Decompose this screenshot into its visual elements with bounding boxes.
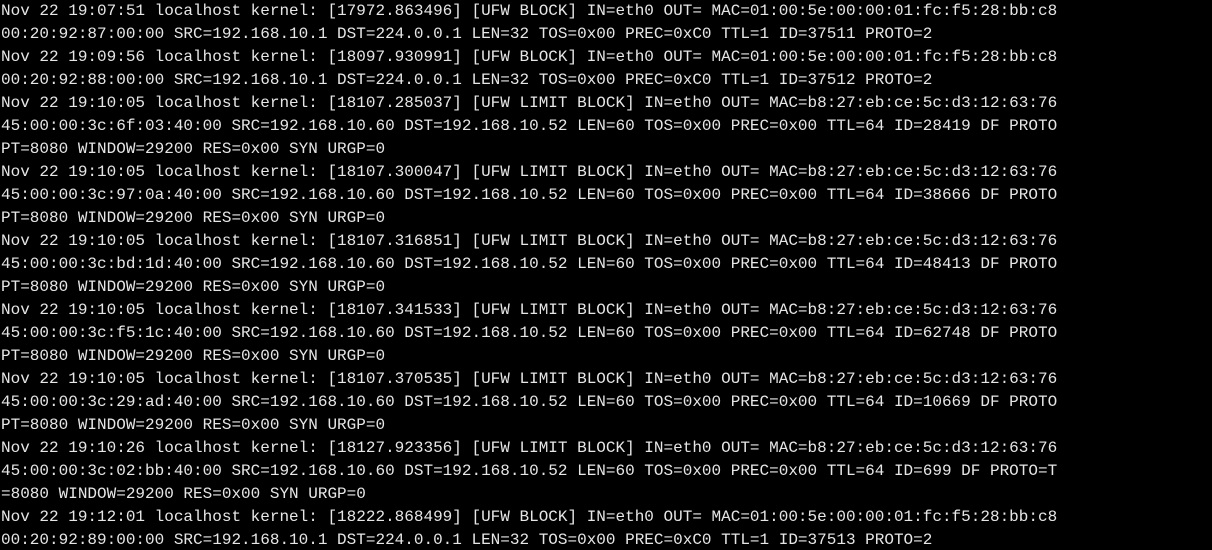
log-line: 45:00:00:3c:6f:03:40:00 SRC=192.168.10.6…	[1, 117, 1058, 135]
log-line: Nov 22 19:10:05 localhost kernel: [18107…	[1, 370, 1058, 388]
log-line: =8080 WINDOW=29200 RES=0x00 SYN URGP=0	[1, 485, 366, 503]
log-line: 45:00:00:3c:29:ad:40:00 SRC=192.168.10.6…	[1, 393, 1058, 411]
log-line: 45:00:00:3c:02:bb:40:00 SRC=192.168.10.6…	[1, 462, 1058, 480]
log-line: Nov 22 19:09:56 localhost kernel: [18097…	[1, 48, 1058, 66]
log-line: 00:20:92:89:00:00 SRC=192.168.10.1 DST=2…	[1, 531, 933, 549]
log-line: 45:00:00:3c:97:0a:40:00 SRC=192.168.10.6…	[1, 186, 1058, 204]
log-line: Nov 22 19:10:05 localhost kernel: [18107…	[1, 163, 1058, 181]
log-line: PT=8080 WINDOW=29200 RES=0x00 SYN URGP=0	[1, 209, 386, 227]
log-line: PT=8080 WINDOW=29200 RES=0x00 SYN URGP=0	[1, 416, 386, 434]
terminal-output[interactable]: Nov 22 19:07:51 localhost kernel: [17972…	[0, 0, 1212, 550]
log-line: Nov 22 19:10:05 localhost kernel: [18107…	[1, 94, 1058, 112]
log-line: Nov 22 19:12:01 localhost kernel: [18222…	[1, 508, 1058, 526]
log-line: 45:00:00:3c:bd:1d:40:00 SRC=192.168.10.6…	[1, 255, 1058, 273]
log-line: 00:20:92:88:00:00 SRC=192.168.10.1 DST=2…	[1, 71, 933, 89]
log-line: PT=8080 WINDOW=29200 RES=0x00 SYN URGP=0	[1, 140, 386, 158]
log-line: PT=8080 WINDOW=29200 RES=0x00 SYN URGP=0	[1, 347, 386, 365]
log-line: 45:00:00:3c:f5:1c:40:00 SRC=192.168.10.6…	[1, 324, 1058, 342]
log-line: Nov 22 19:10:26 localhost kernel: [18127…	[1, 439, 1058, 457]
log-line: 00:20:92:87:00:00 SRC=192.168.10.1 DST=2…	[1, 25, 933, 43]
log-line: Nov 22 19:10:05 localhost kernel: [18107…	[1, 232, 1058, 250]
log-line: Nov 22 19:10:05 localhost kernel: [18107…	[1, 301, 1058, 319]
log-line: Nov 22 19:07:51 localhost kernel: [17972…	[1, 2, 1058, 20]
log-line: PT=8080 WINDOW=29200 RES=0x00 SYN URGP=0	[1, 278, 386, 296]
